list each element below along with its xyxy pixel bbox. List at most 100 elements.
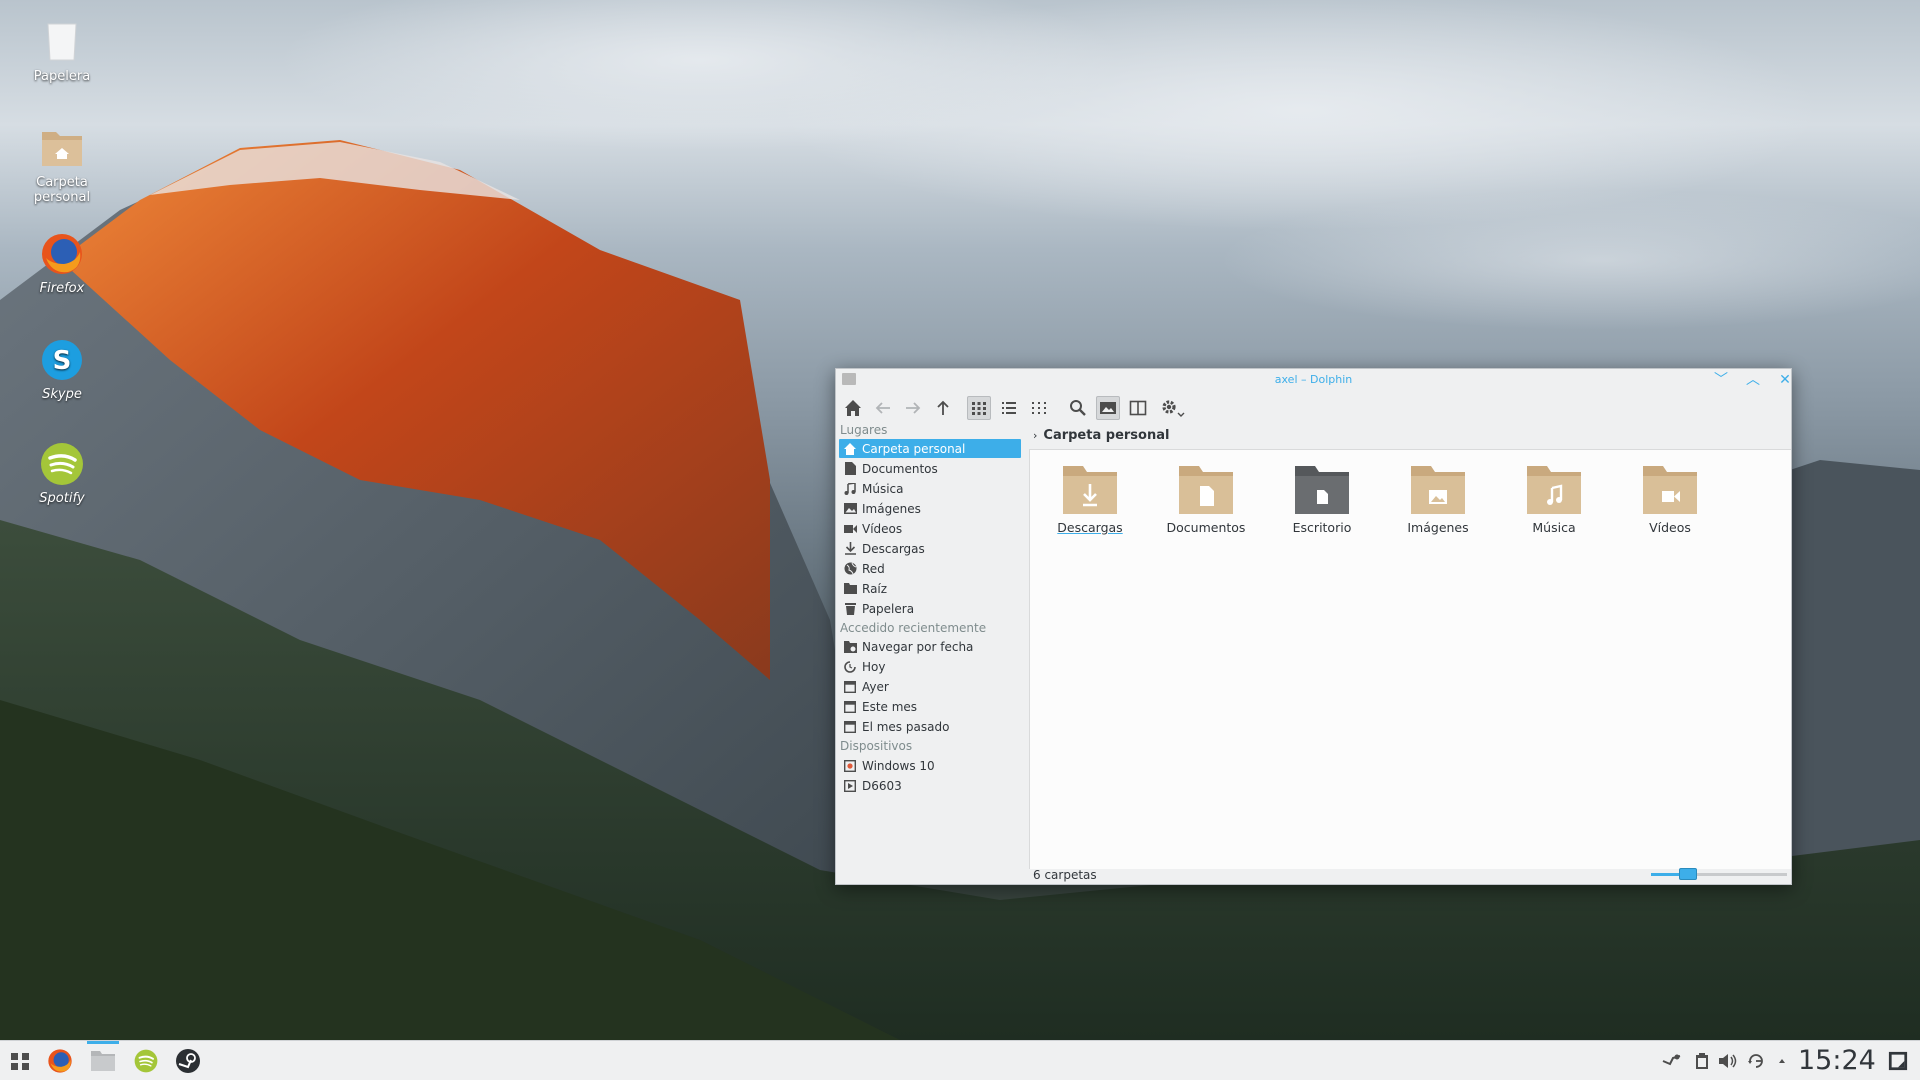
sidebar-item-label: Vídeos [862, 521, 903, 536]
settings-icon [1162, 400, 1185, 417]
breadcrumb[interactable]: › Carpeta personal [1033, 428, 1169, 443]
spotify-icon [38, 440, 86, 488]
taskbar-spotify[interactable] [130, 1046, 162, 1076]
window-title: axel – Dolphin [1274, 373, 1353, 386]
desktop-icon-home[interactable]: Carpeta personal [20, 124, 104, 205]
forward-button[interactable] [901, 396, 925, 420]
home-button[interactable] [841, 396, 865, 420]
folder-download-icon [1061, 464, 1119, 516]
home-icon [845, 400, 861, 416]
folder-label: Vídeos [1649, 520, 1691, 535]
folder-item-videos[interactable]: Vídeos [1620, 464, 1720, 535]
icons-view-button[interactable] [967, 396, 991, 420]
app-launcher-button[interactable] [4, 1046, 36, 1076]
sidebar-item-videos[interactable]: Vídeos [839, 519, 1021, 538]
sidebar-item-this-month[interactable]: Este mes [839, 697, 1021, 716]
folder-label: Imágenes [1407, 520, 1469, 535]
desktop-icon-trash[interactable]: Papelera [20, 18, 104, 84]
video-icon [843, 522, 857, 536]
folder-label: Escritorio [1292, 520, 1352, 535]
sidebar-item-home[interactable]: Carpeta personal [839, 439, 1021, 458]
sidebar-item-d6603[interactable]: D6603 [839, 776, 1021, 795]
desktop-icon-label: Skype [42, 387, 82, 402]
trash-icon [38, 18, 86, 66]
folder-label: Descargas [1057, 520, 1123, 535]
sidebar-item-last-month[interactable]: El mes pasado [839, 717, 1021, 736]
places-section-title: Lugares [840, 423, 888, 437]
dolphin-window: axel – Dolphin ﹀ ︿ ✕ Lugares Carpeta per… [835, 368, 1792, 885]
folder-label: Música [1532, 520, 1576, 535]
clock[interactable]: 15:24 [1798, 1045, 1876, 1076]
download-icon [843, 542, 857, 556]
sidebar-item-browse-by-date[interactable]: Navegar por fecha [839, 637, 1021, 656]
sidebar-item-yesterday[interactable]: Ayer [839, 677, 1021, 696]
sidebar-item-today[interactable]: Hoy [839, 657, 1021, 676]
taskbar: 15:24 [0, 1040, 1920, 1080]
tray-steam[interactable] [1662, 1051, 1682, 1071]
preview-button[interactable] [1096, 396, 1120, 420]
desktop-icon-label: Carpeta personal [33, 175, 91, 205]
sidebar-item-music[interactable]: Música [839, 479, 1021, 498]
sidebar-item-label: Ayer [862, 679, 889, 694]
sidebar-item-label: Raíz [862, 581, 888, 596]
folder-item-music[interactable]: Música [1504, 464, 1604, 535]
sidebar-item-label: Windows 10 [862, 758, 935, 773]
settings-menu-button[interactable] [1158, 396, 1188, 420]
up-icon [937, 400, 949, 415]
split-button[interactable] [1126, 396, 1150, 420]
folder-icon [843, 582, 857, 596]
folder-document-icon [1177, 464, 1235, 516]
folder-video-icon [1641, 464, 1699, 516]
desktop-icon-label: Papelera [33, 69, 91, 84]
sidebar-item-trash[interactable]: Papelera [839, 599, 1021, 618]
up-button[interactable] [931, 396, 955, 420]
details-view-icon [1002, 402, 1016, 414]
tray-network[interactable] [1746, 1051, 1766, 1071]
taskbar-file-manager[interactable] [87, 1041, 119, 1076]
minimize-button[interactable]: ﹀ [1712, 371, 1730, 389]
app-launcher-icon [11, 1053, 29, 1070]
trash-icon [843, 602, 857, 616]
tray-volume[interactable] [1718, 1051, 1738, 1071]
desktop-icon-firefox[interactable]: Firefox [20, 230, 104, 296]
sidebar-item-windows-10[interactable]: Windows 10 [839, 756, 1021, 775]
folder-label: Documentos [1166, 520, 1246, 535]
home-folder-icon [38, 124, 86, 172]
sidebar-item-images[interactable]: Imágenes [839, 499, 1021, 518]
steam-icon [176, 1049, 200, 1073]
compact-view-button[interactable] [1027, 396, 1051, 420]
folder-desktop-icon [1293, 464, 1351, 516]
calendar-icon [843, 720, 857, 734]
taskbar-steam[interactable] [172, 1046, 204, 1076]
sidebar-item-network[interactable]: Red [839, 559, 1021, 578]
desktop-icon-spotify[interactable]: Spotify [20, 440, 104, 506]
search-button[interactable] [1066, 396, 1090, 420]
close-button[interactable]: ✕ [1776, 371, 1794, 389]
sidebar-item-label: Hoy [862, 659, 886, 674]
sidebar-item-root[interactable]: Raíz [839, 579, 1021, 598]
skype-icon: S [38, 336, 86, 384]
tray-clipboard[interactable] [1692, 1051, 1712, 1071]
taskbar-firefox[interactable] [44, 1046, 76, 1076]
maximize-button[interactable]: ︿ [1744, 371, 1762, 389]
details-view-button[interactable] [997, 396, 1021, 420]
zoom-slider-handle[interactable] [1679, 868, 1697, 880]
tray-expand[interactable] [1772, 1051, 1792, 1071]
folder-item-documents[interactable]: Documentos [1156, 464, 1256, 535]
window-titlebar[interactable]: axel – Dolphin ﹀ ︿ ✕ [836, 369, 1791, 391]
preview-icon [1100, 402, 1116, 414]
calendar-icon [843, 700, 857, 714]
sidebar-item-documents[interactable]: Documentos [839, 459, 1021, 478]
desktop-icon-skype[interactable]: S Skype [20, 336, 104, 402]
folder-item-desktop[interactable]: Escritorio [1272, 464, 1372, 535]
sidebar-item-label: El mes pasado [862, 719, 950, 734]
back-button[interactable] [871, 396, 895, 420]
folder-item-downloads[interactable]: Descargas [1040, 464, 1140, 535]
show-desktop-button[interactable] [1888, 1051, 1908, 1071]
sidebar-item-label: Carpeta personal [862, 441, 966, 456]
sidebar-item-downloads[interactable]: Descargas [839, 539, 1021, 558]
firefox-icon [48, 1049, 72, 1073]
drive-icon [843, 759, 857, 773]
file-view[interactable]: Descargas Documentos Escritorio Imágenes [1029, 449, 1791, 869]
folder-item-images[interactable]: Imágenes [1388, 464, 1488, 535]
